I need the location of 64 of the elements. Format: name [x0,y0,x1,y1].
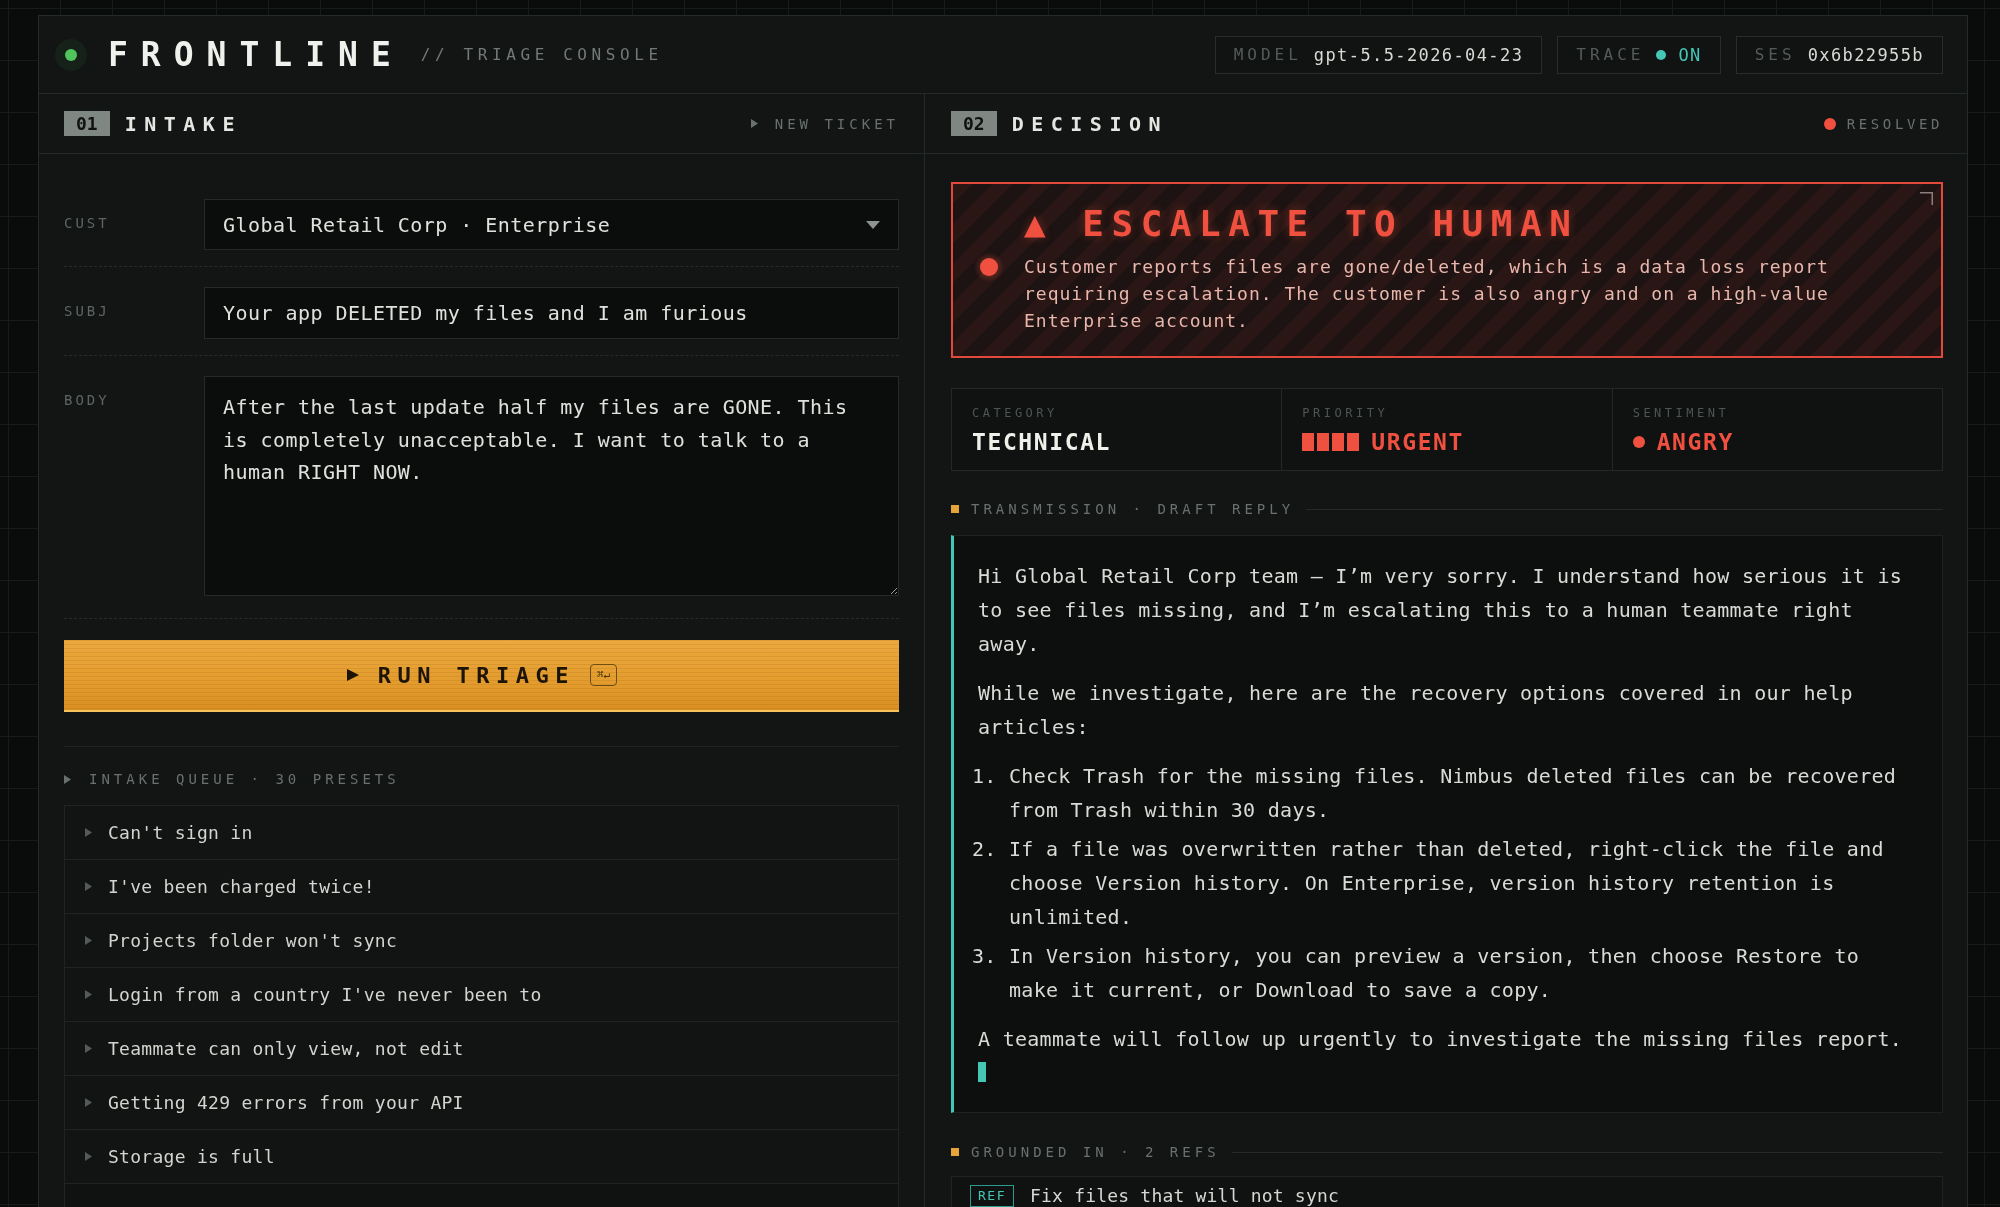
caret-right-icon [750,119,758,128]
caret-right-icon [85,828,92,837]
status-label: RESOLVED [1846,114,1943,133]
app-title: FRONTLINE [108,34,404,75]
verdict-reason: Customer reports files are gone/deleted, which is a data loss report requiring escalation. The customer is also angry and on a high-value Enterprise account. [1024,255,1830,333]
new-ticket-link[interactable]: NEW TICKET [750,114,899,133]
list-item-text: In Version history, you can preview a version, then choose Restore to make it current, or Download to save a copy. [1009,943,1861,1004]
chip-value: 0x6b22955b [1807,44,1924,65]
square-bullet-icon [951,1148,959,1156]
caret-right-icon [85,936,92,945]
stat-label: PRIORITY [1302,406,1390,420]
list-item-text: Check Trash for the missing files. Nimbus deleted files can be recovered from Trash within 30 days. [1009,763,1898,824]
verdict-title: ▲ ESCALATE TO HUMAN [1024,202,1580,246]
body-textarea[interactable]: After the last update half my files are GONE. This is completely unacceptable. I want to talk to a human RIGHT NOW. [204,376,899,596]
alert-dot-icon [973,252,1004,282]
subject-input[interactable]: Your app DELETED my files and I am furious [204,287,899,339]
reply-paragraph: Hi Global Retail Corp team — I’m very sorry. I understand how serious it is to see files missing, and I’m escalating this to a human teammate right away. [978,563,1904,658]
list-number: 3. [972,943,998,970]
stat-label: CATEGORY [972,406,1059,420]
caret-right-icon [85,1098,92,1107]
trace-chip[interactable]: TRACE ON [1557,35,1721,74]
panel-title: INTAKE [124,111,242,136]
reply-paragraph: While we investigate, here are the recovery options covered in our help articles: [978,680,1854,741]
corner-bracket-icon [1920,192,1933,205]
stat-label: SENTIMENT [1632,406,1731,420]
ref-tag: REF [970,1185,1014,1207]
stat-value: ANGRY [1656,428,1734,456]
run-triage-button[interactable]: RUN TRIAGE ⌘↵ [64,640,899,712]
caret-right-icon [85,990,92,999]
glowing-dot-icon [55,38,87,71]
chip-value: ON [1678,44,1702,65]
status-dot-icon [1823,117,1836,130]
chip-label: MODEL [1233,44,1302,65]
chip-label: TRACE [1576,44,1645,65]
customer-select[interactable]: Global Retail Corp · Enterprise [204,199,899,250]
play-icon [345,668,360,682]
reference-title: Fix files that will not sync [1030,1186,1340,1206]
shortcut-key: ⌘↵ [590,664,618,686]
caret-right-icon [64,774,71,784]
list-number: 2. [972,836,998,863]
reference-row[interactable]: REF Fix files that will not sync [951,1176,1943,1207]
field-label: CUST [64,214,111,232]
panel-title: DECISION [1011,111,1168,136]
app-subtitle: // TRIAGE CONSOLE [420,44,663,65]
list-item-text: If a file was overwritten rather than deleted, right-click the file and choose Version history. On Enterprise, version history retention is unlimited. [1009,836,1885,931]
stat-value: TECHNICAL [972,428,1112,456]
field-label: SUBJ [64,302,111,320]
section-number: 02 [951,111,997,136]
stat-value: URGENT [1371,428,1464,456]
caret-right-icon [85,882,92,891]
section-number: 01 [64,111,110,136]
section-title: TRANSMISSION · DRAFT REPLY [971,500,1295,518]
text-cursor-icon [978,1062,986,1082]
dropdown-caret-icon [866,220,880,229]
square-bullet-icon [951,505,959,513]
field-label: BODY [64,391,111,409]
section-title: INTAKE QUEUE · 30 PRESETS [89,770,400,788]
chip-label: SES [1754,44,1796,65]
caret-right-icon [85,1152,92,1161]
section-title: GROUNDED IN · 2 REFS [971,1143,1220,1161]
list-number: 1. [972,763,998,790]
caret-right-icon [85,1044,92,1053]
reply-paragraph: A teammate will follow up urgently to investigate the missing files report. [978,1026,1904,1053]
chip-value: gpt-5.5-2026-04-23 [1313,44,1524,65]
